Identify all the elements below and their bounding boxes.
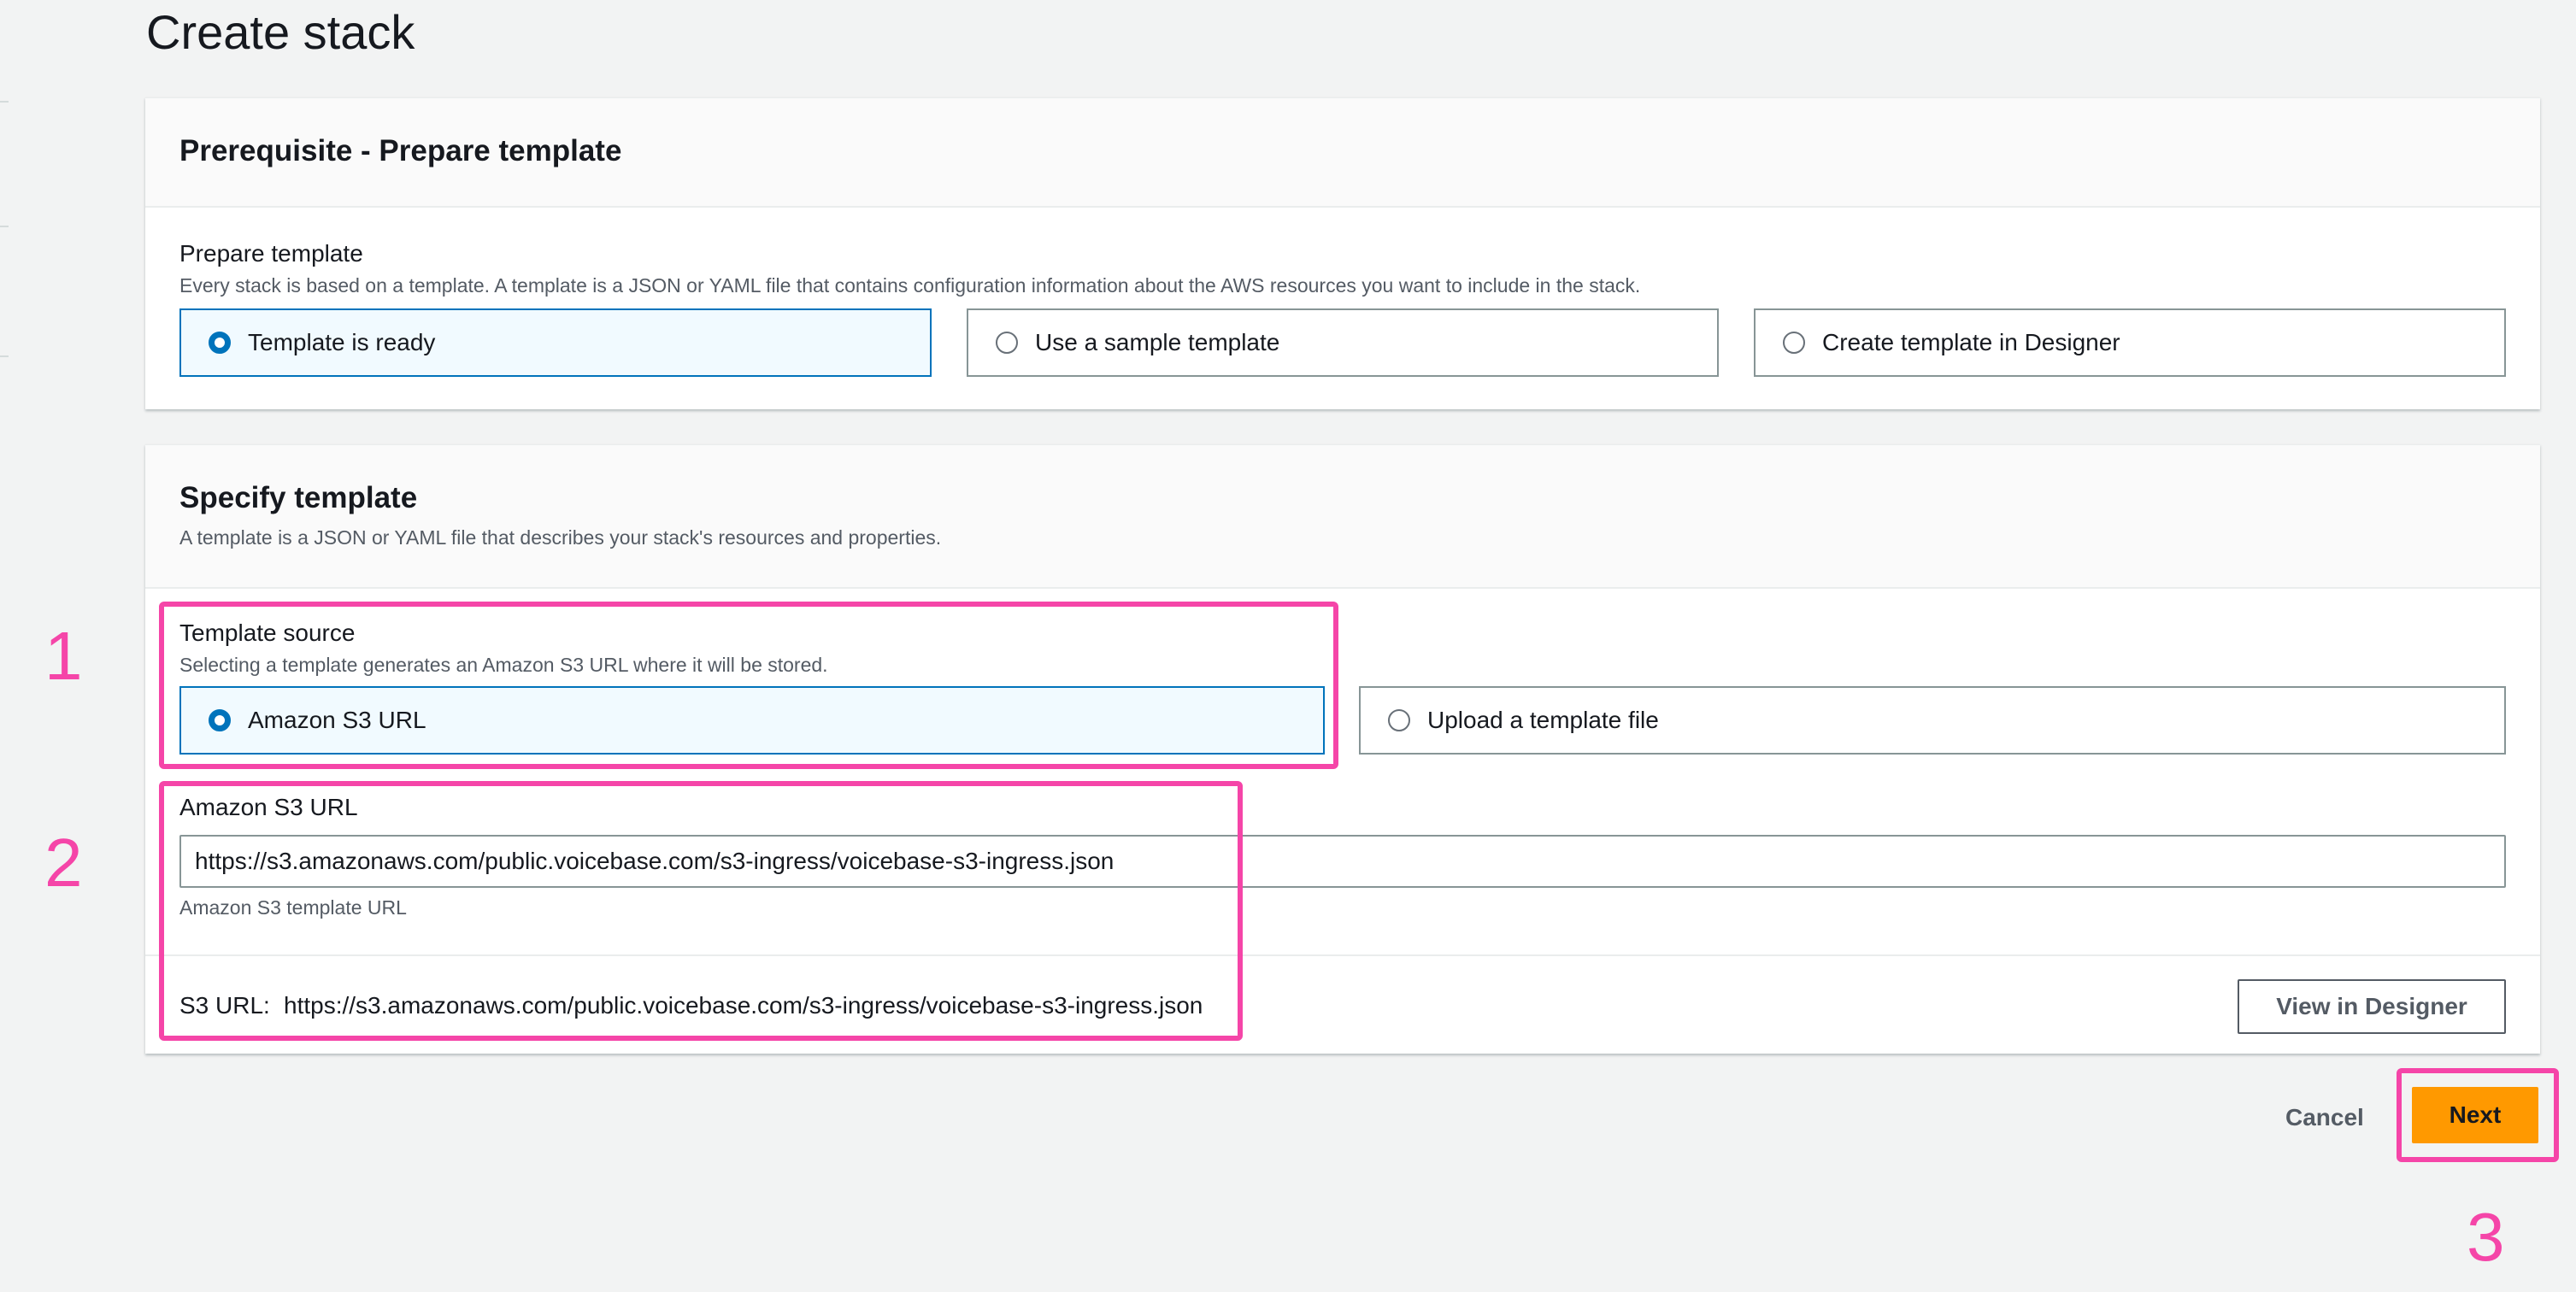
view-in-designer-button[interactable]: View in Designer — [2238, 979, 2506, 1034]
next-button[interactable]: Next — [2412, 1087, 2538, 1143]
source-upload-template-file[interactable]: Upload a template file — [1359, 686, 2506, 755]
template-source-description: Selecting a template generates an Amazon… — [179, 654, 828, 676]
option-template-is-ready[interactable]: Template is ready — [179, 308, 932, 377]
prerequisite-title: Prerequisite - Prepare template — [179, 134, 622, 167]
option-label: Template is ready — [248, 329, 436, 355]
s3-url-prefix: S3 URL: — [179, 992, 270, 1019]
specify-template-title: Specify template — [179, 481, 418, 514]
option-label: Amazon S3 URL — [248, 707, 426, 733]
radio-unselected-icon[interactable] — [996, 332, 1018, 354]
radio-selected-icon[interactable] — [209, 332, 231, 354]
specify-template-container: Specify template A template is a JSON or… — [145, 444, 2540, 1054]
option-label: Use a sample template — [1035, 329, 1280, 355]
annotation-step-3: 3 — [2467, 1199, 2505, 1275]
template-source-label: Template source — [179, 620, 356, 646]
option-label: Create template in Designer — [1822, 329, 2120, 355]
prepare-template-description: Every stack is based on a template. A te… — [179, 274, 1641, 297]
s3-url-input[interactable] — [179, 835, 2506, 888]
prerequisite-header: Prerequisite - Prepare template — [145, 98, 2540, 208]
specify-template-header: Specify template A template is a JSON or… — [145, 445, 2540, 589]
option-use-sample-template[interactable]: Use a sample template — [967, 308, 1719, 377]
option-label: Upload a template file — [1427, 707, 1659, 733]
divider — [145, 954, 2540, 956]
annotation-step-2: 2 — [44, 825, 83, 901]
radio-unselected-icon[interactable] — [1783, 332, 1805, 354]
prerequisite-container: Prerequisite - Prepare template Prepare … — [145, 97, 2540, 409]
left-edge-tick — [0, 226, 9, 227]
prepare-template-label: Prepare template — [179, 240, 363, 267]
specify-template-description: A template is a JSON or YAML file that d… — [179, 526, 942, 549]
source-amazon-s3-url[interactable]: Amazon S3 URL — [179, 686, 1325, 755]
page-title: Create stack — [146, 5, 415, 59]
left-edge-tick — [0, 101, 9, 103]
left-edge-tick — [0, 355, 9, 357]
s3-url-hint: Amazon S3 template URL — [179, 896, 407, 919]
s3-url-label: Amazon S3 URL — [179, 794, 358, 820]
option-create-template-designer[interactable]: Create template in Designer — [1754, 308, 2506, 377]
radio-selected-icon[interactable] — [209, 709, 231, 731]
cancel-button[interactable]: Cancel — [2285, 1101, 2364, 1135]
s3-url-value: https://s3.amazonaws.com/public.voicebas… — [284, 992, 1203, 1019]
annotation-step-1: 1 — [44, 618, 83, 694]
radio-unselected-icon[interactable] — [1388, 709, 1410, 731]
